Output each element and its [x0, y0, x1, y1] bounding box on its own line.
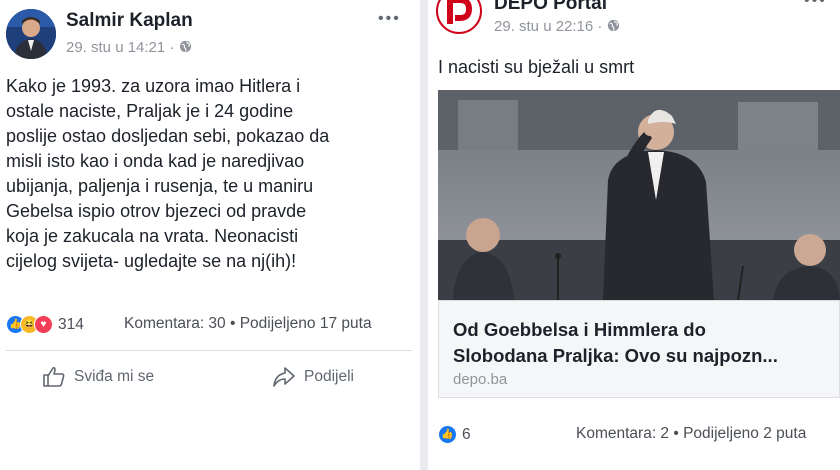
link-domain: depo.ba	[453, 371, 508, 388]
post-meta: 29. stu u 14:21 ·	[66, 39, 192, 56]
courtroom-photo	[438, 90, 840, 300]
left-post: Salmir Kaplan 29. stu u 14:21 · ••• Kako…	[0, 0, 420, 470]
post-meta: 29. stu u 22:16 ·	[494, 18, 620, 35]
link-preview-card[interactable]: Od Goebbelsa i Himmlera do Slobodana Pra…	[438, 300, 840, 398]
post-text-line: cijelog svijeta- ugledajte se na nj(ih)!	[6, 251, 297, 271]
like-button[interactable]: Sviđa mi se	[42, 366, 154, 388]
profile-photo	[6, 9, 56, 59]
reaction-count: 314	[58, 315, 84, 333]
more-options-icon[interactable]: •••	[378, 10, 401, 28]
divider	[6, 350, 412, 351]
post-text: Kako je 1993. za uzora imao Hitlera i os…	[6, 74, 416, 274]
avatar[interactable]	[436, 0, 482, 34]
post-text-line: misli isto kao i onda kad je naredjivao	[6, 151, 305, 171]
reaction-count: 6	[462, 425, 471, 443]
feed-separator	[420, 0, 428, 470]
timestamp[interactable]: 29. stu u 14:21 ·	[66, 39, 179, 56]
share-button[interactable]: Podijeli	[272, 366, 354, 388]
comments-shares[interactable]: Komentara: 30 • Podijeljeno 17 puta	[124, 315, 372, 333]
timestamp[interactable]: 29. stu u 22:16 ·	[494, 18, 607, 35]
globe-icon	[607, 19, 619, 32]
like-label: Sviđa mi se	[74, 368, 155, 385]
more-options-icon[interactable]: •••	[804, 0, 827, 10]
post-text-line: ostale naciste, Praljak je i 24 godine	[6, 101, 294, 121]
comments-shares[interactable]: Komentara: 2 • Podijeljeno 2 puta	[576, 425, 806, 443]
post-text: I nacisti su bježali u smrt	[438, 57, 635, 77]
share-icon	[273, 367, 295, 387]
right-post: DEPO Portal 29. stu u 22:16 · ••• I naci…	[428, 0, 840, 470]
avatar[interactable]	[6, 9, 56, 59]
globe-icon	[179, 40, 191, 53]
author-name[interactable]: DEPO Portal	[494, 0, 607, 15]
post-text-line: ubijanja, paljenja i rusenja, te u manir…	[6, 176, 314, 196]
link-title-line: Od Goebbelsa i Himmlera do	[453, 319, 706, 340]
author-name[interactable]: Salmir Kaplan	[66, 10, 193, 32]
post-text-line: poslije ostao dosljedan sebi, pokazao da	[6, 126, 330, 146]
link-title-line: Slobodana Praljka: Ovo su najpozn...	[453, 345, 778, 366]
reactions-bar[interactable]: 👍 6	[438, 425, 471, 444]
link-title: Od Goebbelsa i Himmlera do Slobodana Pra…	[453, 317, 833, 369]
share-label: Podijeli	[304, 368, 354, 385]
love-reaction-icon: ♥	[34, 315, 53, 334]
like-reaction-icon: 👍	[438, 425, 457, 444]
reactions-bar[interactable]: 👍 😆 ♥ 314	[6, 315, 84, 334]
post-text-line: Gebelsa ispio otrov bjezeci od pravde	[6, 201, 307, 221]
post-text-line: Kako je 1993. za uzora imao Hitlera i	[6, 76, 301, 96]
depo-logo	[439, 0, 479, 31]
link-preview-image[interactable]	[438, 90, 840, 300]
thumbs-up-icon	[43, 366, 65, 387]
post-text-line: koja je zakucala na vrata. Neonacisti	[6, 226, 299, 246]
